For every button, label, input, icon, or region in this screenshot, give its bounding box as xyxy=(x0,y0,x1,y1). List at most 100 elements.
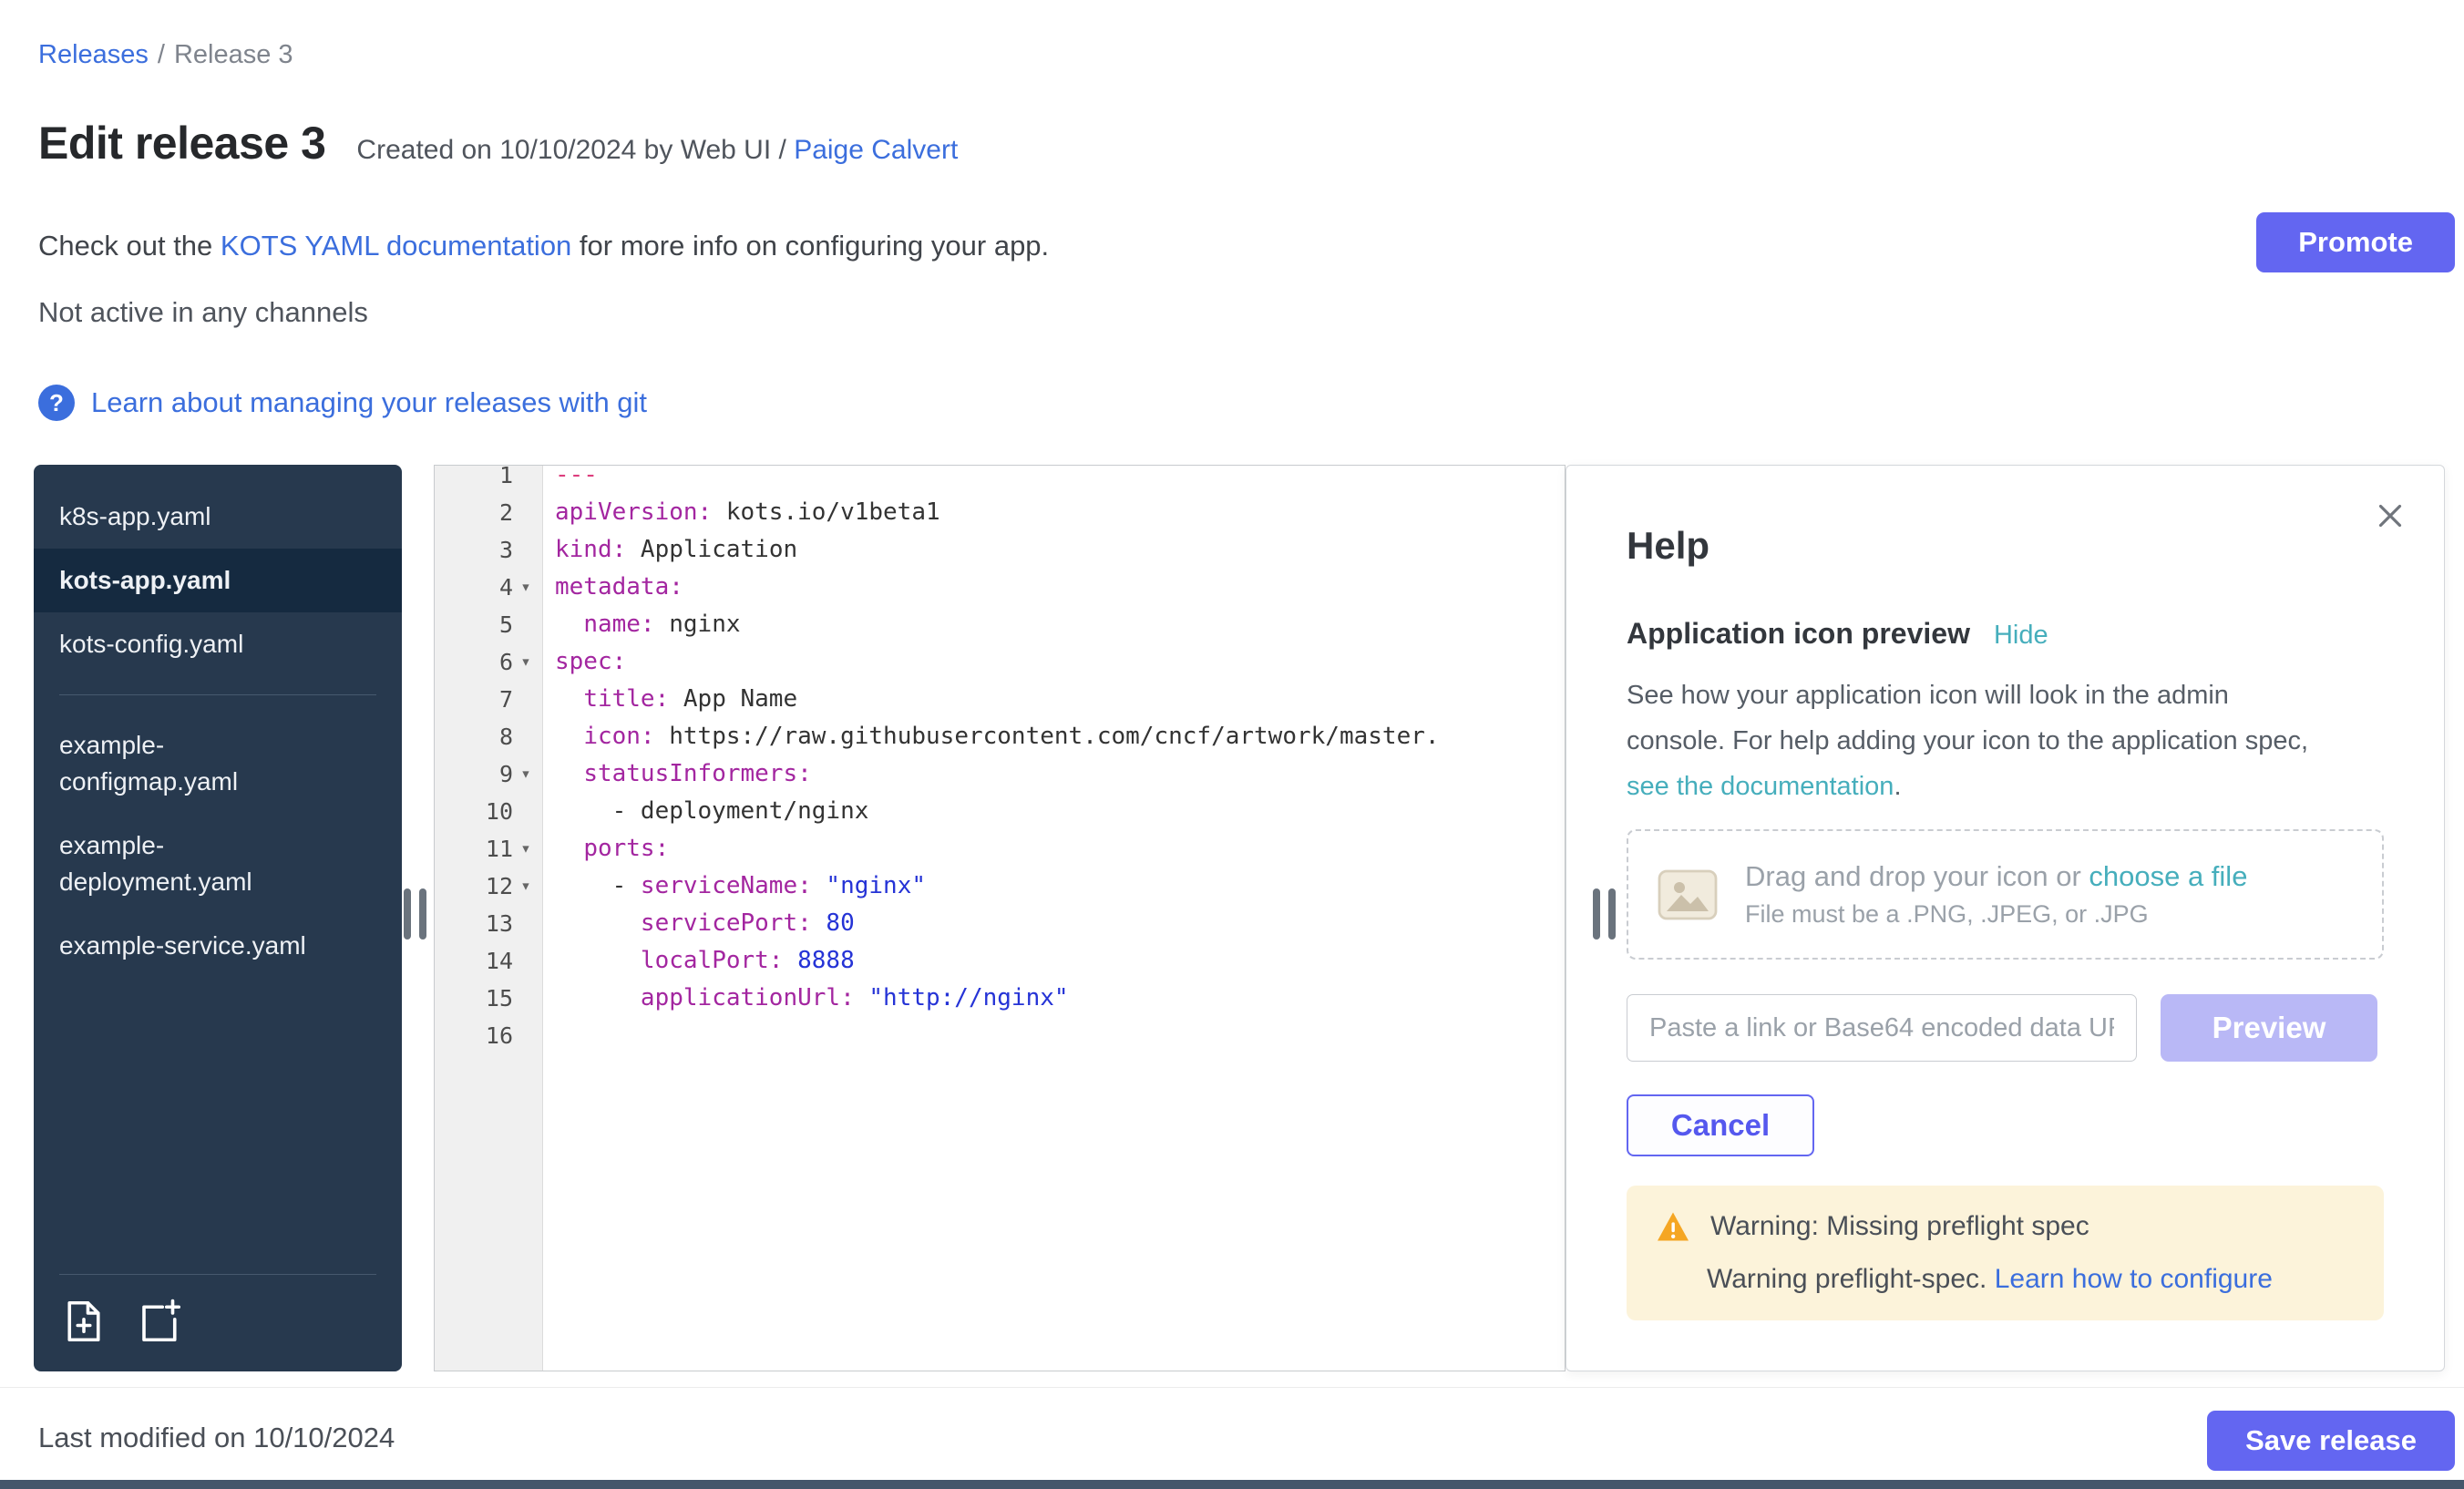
code-line[interactable]: 13 servicePort: 80 xyxy=(435,905,1565,942)
learn-configure-link[interactable]: Learn how to configure xyxy=(1995,1264,2273,1294)
import-file-icon[interactable] xyxy=(59,1297,108,1346)
dropzone-text: Drag and drop your icon or choose a file… xyxy=(1745,860,2247,929)
close-icon[interactable] xyxy=(2371,497,2409,535)
sidebar-footer-divider xyxy=(59,1274,376,1275)
fold-arrow-icon[interactable]: ▾ xyxy=(513,569,539,606)
code-line[interactable]: 10 - deployment/nginx xyxy=(435,793,1565,830)
code-text: icon: https://raw.githubusercontent.com/… xyxy=(542,718,1440,755)
breadcrumb-releases-link[interactable]: Releases xyxy=(38,40,149,69)
code-text: ports: xyxy=(542,830,669,868)
file-tree-item[interactable]: k8s-app.yaml xyxy=(34,485,402,549)
fold-arrow-icon[interactable]: ▾ xyxy=(513,755,539,793)
sidebar-footer-icons xyxy=(59,1297,376,1346)
icon-preview-title: Application icon preview xyxy=(1627,617,1970,651)
breadcrumb-current: Release 3 xyxy=(174,40,293,69)
save-release-button[interactable]: Save release xyxy=(2207,1411,2455,1471)
promote-button[interactable]: Promote xyxy=(2256,212,2455,272)
created-by-link[interactable]: Paige Calvert xyxy=(794,135,958,165)
edit-release-page: Releases / Release 3 Edit release 3 Create… xyxy=(0,0,2464,1489)
page-title: Edit release 3 xyxy=(38,117,325,169)
fold-arrow-icon[interactable]: ▾ xyxy=(513,643,539,681)
editor-resize-handle[interactable] xyxy=(1593,888,1616,940)
doc-suffix: for more info on configuring your app. xyxy=(571,230,1049,262)
code-line[interactable]: 9▾ statusInformers: xyxy=(435,755,1565,793)
code-line[interactable]: 2apiVersion: kots.io/v1beta1 xyxy=(435,494,1565,531)
icon-url-input[interactable] xyxy=(1627,994,2137,1062)
file-tree-item[interactable]: kots-config.yaml xyxy=(34,612,402,676)
line-number: 4▾ xyxy=(435,569,542,606)
line-number: 11▾ xyxy=(435,830,542,868)
code-line[interactable]: 12▾ - serviceName: "nginx" xyxy=(435,868,1565,905)
footer-divider xyxy=(0,1387,2464,1388)
line-number: 7 xyxy=(435,681,542,718)
sidebar-resize-handle[interactable] xyxy=(404,888,426,940)
created-text: Created on 10/10/2024 by Web UI / xyxy=(356,135,785,165)
code-text: kind: Application xyxy=(542,531,797,569)
doc-prefix: Check out the xyxy=(38,230,221,262)
hide-link[interactable]: Hide xyxy=(1994,621,2048,651)
code-line[interactable]: 4▾metadata: xyxy=(435,569,1565,606)
warning-icon xyxy=(1656,1211,1690,1242)
line-number: 15 xyxy=(435,980,542,1017)
see-documentation-link[interactable]: see the documentation xyxy=(1627,772,1894,801)
file-tree-item[interactable]: example-service.yaml xyxy=(34,914,402,978)
code-line[interactable]: 7 title: App Name xyxy=(435,681,1565,718)
breadcrumb-separator: / xyxy=(158,40,165,69)
code-line[interactable]: 11▾ ports: xyxy=(435,830,1565,868)
code-line[interactable]: 3kind: Application xyxy=(435,531,1565,569)
icon-preview-description: See how your application icon will look … xyxy=(1627,673,2319,809)
preview-button[interactable]: Preview xyxy=(2161,994,2377,1062)
line-number: 6▾ xyxy=(435,643,542,681)
warning-row: Warning: Missing preflight spec xyxy=(1656,1211,2355,1242)
choose-file-link[interactable]: choose a file xyxy=(2089,860,2247,892)
code-line[interactable]: 6▾spec: xyxy=(435,643,1565,681)
question-icon: ? xyxy=(38,385,75,421)
line-number: 1 xyxy=(435,465,542,494)
code-line[interactable]: 5 name: nginx xyxy=(435,606,1565,643)
icon-url-row: Preview xyxy=(1627,994,2384,1062)
warning-body: Warning preflight-spec. Learn how to con… xyxy=(1707,1264,2355,1295)
last-modified: Last modified on 10/10/2024 xyxy=(38,1422,395,1454)
code-line[interactable]: 15 applicationUrl: "http://nginx" xyxy=(435,980,1565,1017)
line-number: 10 xyxy=(435,793,542,830)
code-text xyxy=(542,1017,555,1054)
code-text: apiVersion: kots.io/v1beta1 xyxy=(542,494,940,531)
resize-bar xyxy=(404,888,411,940)
file-tree-item[interactable]: example-deployment.yaml xyxy=(34,814,402,914)
file-name: kots-app.yaml xyxy=(59,562,231,599)
file-name: k8s-app.yaml xyxy=(59,498,211,535)
breadcrumb: Releases / Release 3 xyxy=(38,40,293,70)
code-text: - serviceName: "nginx" xyxy=(542,868,926,905)
warning-body-text: Warning preflight-spec. xyxy=(1707,1264,1995,1294)
file-tree-item[interactable]: example-configmap.yaml xyxy=(34,714,402,814)
panels: k8s-app.yaml kots-app.yaml kots-config.yam… xyxy=(34,465,2445,1371)
help-panel: Help Application icon preview Hide See h… xyxy=(1566,465,2445,1371)
code-line[interactable]: 14 localPort: 8888 xyxy=(435,942,1565,980)
code-text: title: App Name xyxy=(542,681,797,718)
code-line[interactable]: 1--- xyxy=(435,465,1565,494)
code-line[interactable]: 16 xyxy=(435,1017,1565,1054)
line-number: 5 xyxy=(435,606,542,643)
yaml-editor[interactable]: 1---2apiVersion: kots.io/v1beta13kind: A… xyxy=(434,465,1566,1371)
git-releases-link[interactable]: Learn about managing your releases with … xyxy=(91,386,647,419)
code-line[interactable]: 8 icon: https://raw.githubusercontent.co… xyxy=(435,718,1565,755)
file-tree-item[interactable]: kots-app.yaml xyxy=(34,549,402,612)
icon-dropzone[interactable]: Drag and drop your icon or choose a file… xyxy=(1627,829,2384,960)
kots-yaml-doc-link[interactable]: KOTS YAML documentation xyxy=(221,230,571,262)
resize-bar xyxy=(419,888,426,940)
cancel-button[interactable]: Cancel xyxy=(1627,1094,1814,1156)
file-name: example-configmap.yaml xyxy=(59,727,313,800)
fold-arrow-icon[interactable]: ▾ xyxy=(513,868,539,905)
file-name: example-deployment.yaml xyxy=(59,827,313,900)
fold-arrow-icon[interactable]: ▾ xyxy=(513,830,539,868)
line-number: 13 xyxy=(435,905,542,942)
image-placeholder-icon xyxy=(1658,869,1718,920)
line-number: 16 xyxy=(435,1017,542,1054)
new-file-icon[interactable] xyxy=(136,1297,185,1346)
line-number: 12▾ xyxy=(435,868,542,905)
line-number: 14 xyxy=(435,942,542,980)
sidebar-footer xyxy=(34,1274,402,1371)
file-name: example-service.yaml xyxy=(59,928,306,964)
channel-status: Not active in any channels xyxy=(38,296,368,329)
code-text: name: nginx xyxy=(542,606,741,643)
